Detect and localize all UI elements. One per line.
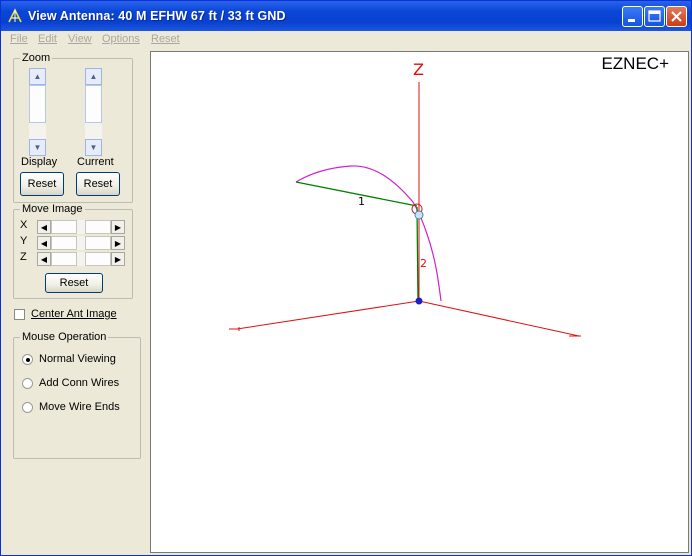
scroll-thumb[interactable] bbox=[85, 252, 111, 266]
display-reset-button[interactable]: Reset bbox=[20, 172, 64, 196]
minimize-icon bbox=[628, 19, 635, 22]
scroll-thumb[interactable] bbox=[51, 220, 77, 234]
window-title: View Antenna: 40 M EFHW 67 ft / 33 ft GN… bbox=[28, 9, 286, 23]
normal-viewing-radio[interactable] bbox=[22, 354, 33, 365]
zoom-group-label: Zoom bbox=[20, 52, 53, 64]
scroll-left-icon[interactable]: ◀ bbox=[37, 236, 51, 250]
menu-edit[interactable]: Edit bbox=[38, 33, 57, 45]
mouse-operation-group: Mouse Operation Normal Viewing Add Conn … bbox=[13, 331, 141, 459]
wire-2 bbox=[416, 206, 419, 302]
wire-1 bbox=[295, 181, 418, 207]
move-wire-ends-radio[interactable] bbox=[22, 402, 33, 413]
close-button[interactable] bbox=[666, 6, 687, 27]
minimize-button[interactable] bbox=[622, 6, 643, 27]
display-label: Display bbox=[21, 156, 58, 168]
add-conn-wires-label[interactable]: Add Conn Wires bbox=[39, 377, 119, 389]
x-axis bbox=[229, 300, 420, 331]
current-zoom-scrollbar[interactable]: ▲ ▼ bbox=[85, 68, 102, 156]
center-ant-image-label[interactable]: Center Ant Image bbox=[31, 308, 117, 320]
menu-options[interactable]: Options bbox=[102, 33, 140, 45]
title-bar[interactable]: View Antenna: 40 M EFHW 67 ft / 33 ft GN… bbox=[1, 1, 691, 31]
scroll-thumb[interactable] bbox=[51, 236, 77, 250]
scroll-thumb[interactable] bbox=[29, 85, 46, 123]
current-label: Current bbox=[77, 156, 114, 168]
y-axis bbox=[418, 300, 581, 337]
radio-selected-dot bbox=[25, 357, 30, 362]
y-axis-label: Y bbox=[20, 235, 28, 247]
scroll-right-icon[interactable]: ▶ bbox=[111, 220, 125, 234]
scroll-thumb[interactable] bbox=[51, 252, 77, 266]
view-antenna-window: View Antenna: 40 M EFHW 67 ft / 33 ft GN… bbox=[0, 0, 692, 556]
ground-point bbox=[415, 297, 423, 305]
menu-reset[interactable]: Reset bbox=[151, 33, 180, 45]
scroll-left-icon[interactable]: ◀ bbox=[37, 252, 51, 266]
mouse-operation-group-label: Mouse Operation bbox=[20, 331, 109, 343]
antenna-drawing: Z 1 2 bbox=[229, 60, 581, 337]
scroll-right-icon[interactable]: ▶ bbox=[111, 236, 125, 250]
move-z-scrollbar[interactable]: ◀ ▶ bbox=[37, 252, 125, 266]
move-y-scrollbar[interactable]: ◀ ▶ bbox=[37, 236, 125, 250]
scroll-left-icon[interactable]: ◀ bbox=[37, 220, 51, 234]
load-marker bbox=[414, 210, 424, 220]
scroll-up-icon[interactable]: ▲ bbox=[29, 68, 46, 85]
center-ant-image-checkbox[interactable] bbox=[14, 309, 25, 320]
move-x-scrollbar[interactable]: ◀ ▶ bbox=[37, 220, 125, 234]
menu-view[interactable]: View bbox=[68, 33, 92, 45]
scroll-right-icon[interactable]: ▶ bbox=[111, 252, 125, 266]
maximize-icon bbox=[648, 10, 661, 22]
scroll-up-icon[interactable]: ▲ bbox=[85, 68, 102, 85]
scroll-thumb[interactable] bbox=[85, 220, 111, 234]
normal-viewing-label[interactable]: Normal Viewing bbox=[39, 353, 116, 365]
z-axis-label: Z bbox=[413, 60, 424, 79]
wire-1-label: 1 bbox=[358, 195, 365, 208]
scroll-thumb[interactable] bbox=[85, 85, 102, 123]
move-image-group-label: Move Image bbox=[20, 203, 85, 215]
menu-file[interactable]: File bbox=[10, 33, 28, 45]
scroll-down-icon[interactable]: ▼ bbox=[85, 139, 102, 156]
menu-bar: File Edit View Options Reset bbox=[1, 31, 691, 49]
scroll-thumb[interactable] bbox=[85, 236, 111, 250]
z-axis-label: Z bbox=[20, 251, 27, 263]
app-icon bbox=[8, 8, 22, 23]
current-reset-button[interactable]: Reset bbox=[76, 172, 120, 196]
scroll-down-icon[interactable]: ▼ bbox=[29, 139, 46, 156]
maximize-button[interactable] bbox=[644, 6, 665, 27]
zoom-group: Zoom ▲ ▼ ▲ ▼ Display Current Reset Reset bbox=[13, 52, 133, 203]
close-icon bbox=[671, 11, 682, 22]
move-wire-ends-label[interactable]: Move Wire Ends bbox=[39, 401, 120, 413]
wire-2-label: 2 bbox=[420, 257, 427, 270]
move-image-group: Move Image X Y Z ◀ ▶ ◀ ▶ ◀ ▶ Reset bbox=[13, 203, 133, 299]
x-axis-label: X bbox=[20, 219, 28, 231]
display-zoom-scrollbar[interactable]: ▲ ▼ bbox=[29, 68, 46, 156]
antenna-view-canvas[interactable]: EZNEC+ Z 1 2 bbox=[150, 51, 689, 553]
move-image-reset-button[interactable]: Reset bbox=[45, 273, 103, 293]
add-conn-wires-radio[interactable] bbox=[22, 378, 33, 389]
